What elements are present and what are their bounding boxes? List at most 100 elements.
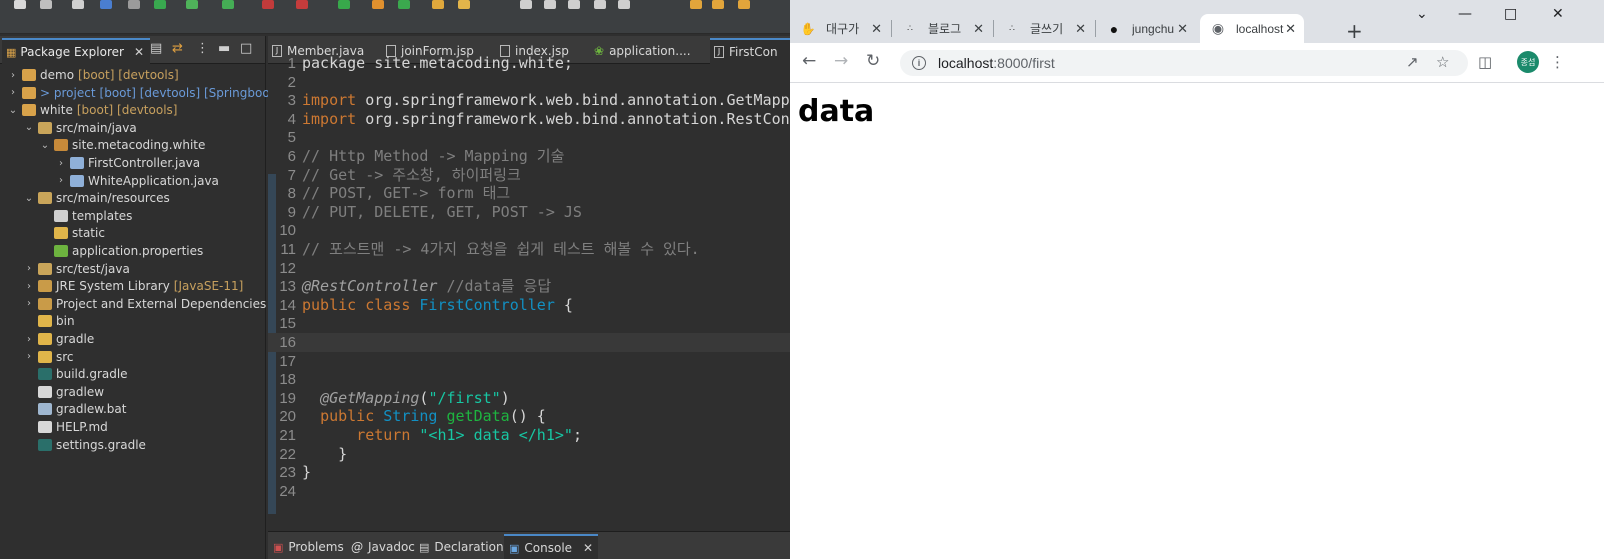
reload-icon[interactable]: ↻ [866, 51, 880, 71]
expand-right-icon[interactable]: › [56, 158, 66, 169]
tree-item-folder-src-test-java[interactable]: › src/test/java [24, 260, 130, 278]
tab-declaration[interactable]: ▤ Declaration [414, 534, 509, 559]
share-icon[interactable]: ↗ [1406, 53, 1419, 71]
nav-forward-icon[interactable] [712, 0, 724, 9]
tree-item-project-demo[interactable]: › demo [boot] [devtools] [8, 66, 179, 84]
site-info-icon[interactable]: i [912, 56, 926, 70]
expand-down-icon[interactable]: ⌄ [8, 105, 18, 116]
close-icon[interactable]: ✕ [583, 541, 593, 555]
link-editor-icon[interactable]: ⇄ [172, 41, 183, 56]
print-icon[interactable] [100, 0, 112, 9]
code-area[interactable]: 1 package site.metacoding.white; 2 3 impor… [268, 54, 790, 521]
coverage-icon[interactable] [398, 0, 410, 9]
expand-right-icon[interactable]: › [24, 334, 34, 345]
debug-icon[interactable] [154, 0, 166, 9]
maximize-window-icon[interactable]: □ [1504, 6, 1517, 22]
link-icon[interactable] [520, 0, 532, 9]
close-tab-icon[interactable]: ✕ [1285, 21, 1296, 37]
expand-right-icon[interactable]: › [8, 87, 18, 98]
tree-item-file-application-properties[interactable]: application.properties [40, 242, 203, 260]
view-menu-icon[interactable]: ⋮ [196, 41, 209, 56]
browser-tab[interactable]: ✋ 대구가 ✕ [790, 14, 890, 43]
open-folder-icon[interactable] [432, 0, 444, 9]
close-window-icon[interactable]: ✕ [1552, 6, 1564, 22]
expand-right-icon[interactable]: › [24, 263, 34, 274]
toggle-icon[interactable] [544, 0, 556, 9]
tab-package-explorer[interactable]: ▦ Package Explorer ✕ [2, 38, 150, 64]
annotation-icon[interactable] [458, 0, 470, 9]
stop-icon[interactable] [262, 0, 274, 9]
expand-right-icon[interactable]: › [24, 298, 34, 309]
terminal-icon[interactable] [568, 0, 580, 9]
side-panel-icon[interactable]: ◫ [1478, 53, 1492, 71]
url-path: :8000/first [993, 55, 1055, 71]
expand-right-icon[interactable]: › [24, 351, 34, 362]
minimize-window-icon[interactable]: — [1458, 6, 1472, 22]
perspective-icon[interactable] [618, 0, 630, 9]
new-file-icon[interactable] [14, 0, 26, 9]
terminate-icon[interactable] [296, 0, 308, 9]
tree-item-folder-gradle[interactable]: › gradle [24, 330, 94, 348]
tree-item-file-whiteapplication-java[interactable]: › WhiteApplication.java [56, 172, 219, 190]
run-icon[interactable] [222, 0, 234, 9]
save-icon[interactable] [40, 0, 52, 9]
close-tab-icon[interactable]: ✕ [1177, 21, 1188, 37]
tree-item-folder-static[interactable]: static [40, 224, 105, 242]
close-icon[interactable]: ✕ [134, 45, 144, 59]
last-edit-icon[interactable] [738, 0, 750, 9]
tree-item-folder-src-main-java[interactable]: ⌄ src/main/java [24, 119, 137, 137]
new-tab-icon[interactable]: + [1346, 19, 1363, 43]
tree-item-folder-templates[interactable]: templates [40, 207, 132, 225]
address-bar[interactable]: i localhost:8000/first [900, 50, 1468, 76]
browser-tab[interactable]: ● jungchu ✕ [1096, 14, 1196, 43]
tree-item-file-gradlew-bat[interactable]: gradlew.bat [24, 400, 126, 418]
close-tab-icon[interactable]: ✕ [1075, 21, 1086, 37]
browser-tab[interactable]: ∴ 블로그 ✕ [892, 14, 992, 43]
avatar[interactable]: 종섭 [1517, 51, 1539, 73]
nav-back-icon[interactable] [690, 0, 702, 9]
tree-item-project-white[interactable]: ⌄ white [boot] [devtools] [8, 101, 178, 119]
save-all-icon[interactable] [72, 0, 84, 9]
tree-item-file-settings-gradle[interactable]: settings.gradle [24, 436, 146, 454]
back-icon[interactable]: ← [802, 51, 816, 71]
tree-item-project-project[interactable]: › > project [boot] [devtools] [Springboot-… [8, 84, 291, 102]
more-menu-icon[interactable]: ⋮ [1550, 53, 1565, 71]
expand-right-icon[interactable]: › [56, 175, 66, 186]
expand-down-icon[interactable]: ⌄ [24, 122, 34, 133]
search-icon[interactable] [128, 0, 140, 9]
tree-item-file-build-gradle[interactable]: build.gradle [24, 365, 128, 383]
external-tools-icon[interactable] [372, 0, 384, 9]
expand-right-icon[interactable]: › [24, 281, 34, 292]
tree-item-package-site-metacoding-white[interactable]: ⌄ site.metacoding.white [40, 136, 206, 154]
minimize-icon[interactable]: ▬ [218, 41, 230, 56]
browser-tab-active[interactable]: ◉ localhost ✕ [1200, 14, 1304, 43]
tree-item-jre-system-library[interactable]: › JRE System Library [JavaSE-11] [24, 277, 243, 295]
close-tab-icon[interactable]: ✕ [973, 21, 984, 37]
close-tab-icon[interactable]: ✕ [871, 21, 882, 37]
code-line: 21 return "<h1> data </h1>"; [279, 426, 582, 444]
tree-item-folder-bin[interactable]: bin [24, 312, 75, 330]
tree-item-file-help-md[interactable]: HELP.md [24, 418, 108, 436]
tree-item-project-dependencies[interactable]: › Project and External Dependencies [24, 295, 266, 313]
bookmark-star-icon[interactable]: ☆ [1436, 53, 1449, 71]
tree-item-file-firstcontroller-java[interactable]: › FirstController.java [56, 154, 200, 172]
tab-console[interactable]: ▣ Console ✕ [504, 534, 599, 559]
collapse-all-icon[interactable]: ▤ [150, 41, 162, 56]
folder-icon [38, 192, 52, 205]
step-icon[interactable] [186, 0, 198, 9]
forward-icon[interactable]: → [834, 51, 848, 71]
tree-item-folder-src[interactable]: › src [24, 348, 74, 366]
expand-down-icon[interactable]: ⌄ [40, 140, 50, 151]
pin-icon[interactable] [594, 0, 606, 9]
maximize-icon[interactable]: □ [240, 41, 252, 56]
browser-tab[interactable]: ∴ 글쓰기 ✕ [994, 14, 1094, 43]
folder-icon [38, 350, 52, 363]
tab-search-icon[interactable]: ⌄ [1416, 6, 1428, 22]
tab-problems[interactable]: ▣ Problems [268, 534, 349, 559]
run-last-icon[interactable] [338, 0, 350, 9]
expand-down-icon[interactable]: ⌄ [24, 193, 34, 204]
tab-javadoc[interactable]: @ Javadoc [346, 534, 420, 559]
expand-right-icon[interactable]: › [8, 70, 18, 81]
tree-item-file-gradlew[interactable]: gradlew [24, 383, 104, 401]
tree-item-folder-src-main-resources[interactable]: ⌄ src/main/resources [24, 189, 170, 207]
